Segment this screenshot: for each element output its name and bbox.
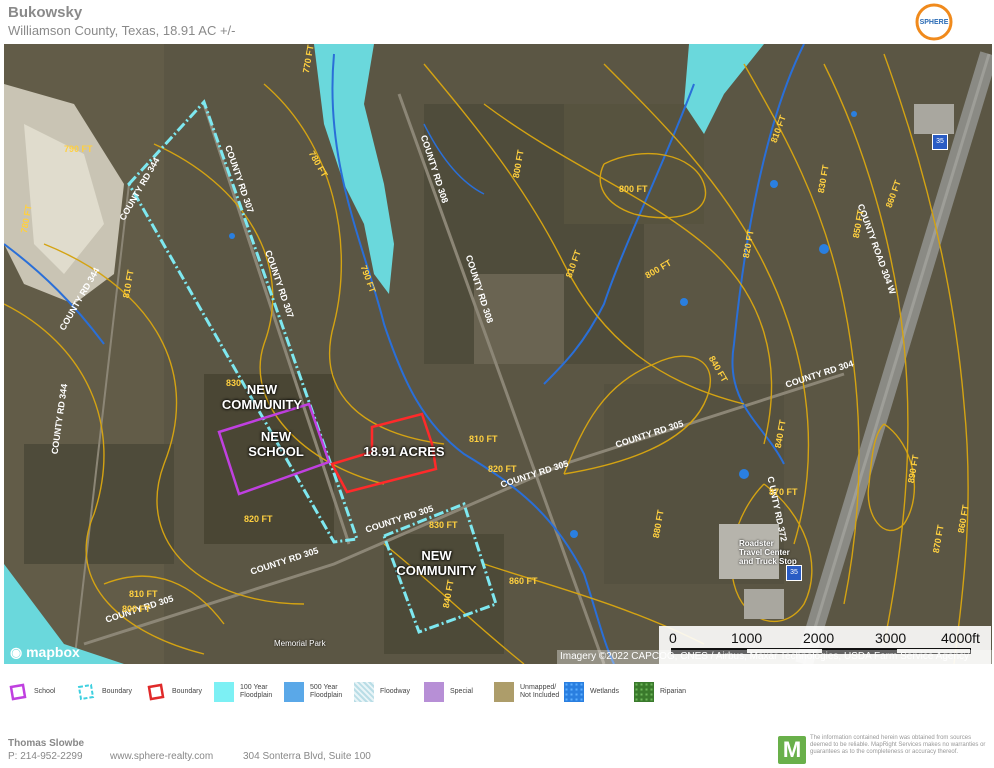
special-swatch-icon — [424, 682, 444, 702]
legend-100yr: 100 Year Floodplain — [214, 680, 272, 704]
sphere-logo: SPHERE — [915, 3, 953, 41]
label-subject-acres: 18.91 ACRES — [363, 444, 445, 459]
mapbox-logo[interactable]: ◉ mapbox — [10, 644, 80, 661]
wetlands-swatch-icon — [564, 682, 584, 702]
scale-label-4000: 4000ft — [941, 630, 980, 646]
legend-500yr: 500 Year Floodplain — [284, 680, 342, 704]
mapright-logo: M — [778, 736, 806, 764]
contour-label-800b: 800 FT — [619, 184, 648, 194]
contour-label-860b: 860 FT — [509, 576, 538, 586]
legend-boundary-cyan: Boundary — [76, 680, 132, 704]
legend: School Boundary Boundary 100 Year Floodp… — [0, 672, 994, 712]
map-canvas — [4, 44, 992, 664]
riparian-swatch-icon — [634, 682, 654, 702]
place-memorial-park: Memorial Park — [274, 639, 326, 648]
contour-label-830: 830 FT — [429, 520, 458, 530]
contour-label-820b: 820 FT — [244, 514, 273, 524]
label-new-community-south: NEW COMMUNITY — [396, 548, 477, 578]
agent-phone: P: 214-952-2299 — [8, 751, 83, 762]
header: Bukowsky Williamson County, Texas, 18.91… — [0, 0, 994, 44]
map-view[interactable]: NEW COMMUNITY NEW SCHOOL 18.91 ACRES NEW… — [4, 44, 992, 664]
website-link[interactable]: www.sphere-realty.com — [110, 751, 213, 762]
boundary-cyan-swatch-icon — [77, 683, 95, 701]
unmapped-swatch-icon — [494, 682, 514, 702]
legend-school: School — [8, 680, 55, 704]
map-title: Bukowsky — [8, 4, 83, 21]
contour-label-790: 790 FT — [64, 144, 93, 154]
interstate-shield-icon-south: 35 — [786, 565, 802, 581]
legend-wetlands: Wetlands — [564, 680, 619, 704]
legend-unmapped: Unmapped/ Not Included — [494, 680, 559, 704]
contour-label-870: 870 FT — [769, 487, 798, 497]
scale-label-0: 0 — [669, 630, 677, 646]
contour-label-830b: 830 — [226, 378, 242, 388]
scale-label-3000: 3000 — [875, 630, 907, 646]
logo-text: SPHERE — [920, 19, 949, 26]
legend-boundary-red: Boundary — [146, 680, 202, 704]
mapbox-icon: ◉ — [10, 644, 27, 660]
contour-label-810e: 810 FT — [129, 589, 158, 599]
disclaimer: The information contained herein was obt… — [810, 735, 986, 755]
floodplain-100-swatch-icon — [214, 682, 234, 702]
boundary-red-swatch-icon — [147, 683, 165, 701]
map-subtitle: Williamson County, Texas, 18.91 AC +/- — [8, 23, 236, 38]
legend-special: Special — [424, 680, 473, 704]
office-address: 304 Sonterra Blvd, Suite 100 — [243, 751, 371, 762]
floodway-swatch-icon — [354, 682, 374, 702]
label-new-school: NEW SCHOOL — [248, 429, 304, 459]
contour-label-810d: 810 FT — [469, 434, 498, 444]
imagery-attribution[interactable]: Imagery ©2022 CAPCOG, CNES / Airbus, Max… — [557, 650, 992, 664]
school-swatch-icon — [9, 683, 27, 701]
agent-name: Thomas Slowbe — [8, 738, 85, 749]
legend-floodway: Floodway — [354, 680, 410, 704]
legend-riparian: Riparian — [634, 680, 686, 704]
floodplain-500-swatch-icon — [284, 682, 304, 702]
interstate-shield-icon: 35 — [932, 134, 948, 150]
footer: Thomas Slowbe P: 214-952-2299 www.sphere… — [0, 730, 994, 768]
scale-label-1000: 1000 — [731, 630, 763, 646]
scale-label-2000: 2000 — [803, 630, 835, 646]
contour-label-820: 820 FT — [488, 464, 517, 474]
place-roadster: Roadster Travel Center and Truck Stop — [739, 539, 797, 566]
contour-label-800d: 800 FT — [122, 604, 151, 614]
